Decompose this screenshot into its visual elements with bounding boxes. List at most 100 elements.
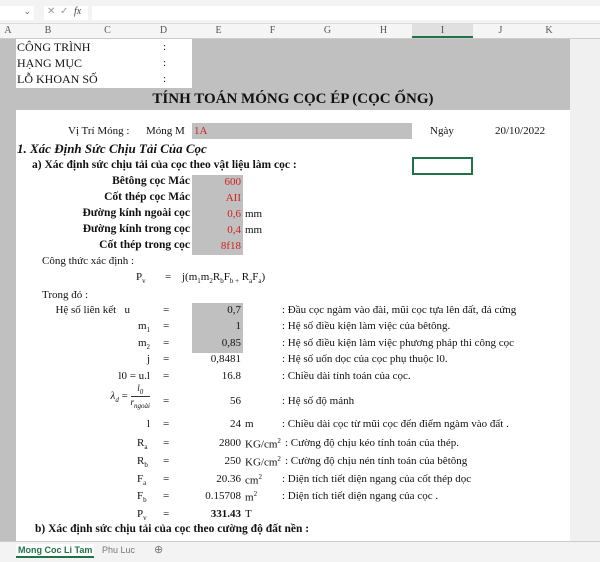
section-1-heading: 1. Xác Định Sức Chịu Tải Của Cọc <box>17 141 207 156</box>
page-title: TÍNH TOÁN MÓNG CỌC ÉP (CỌC ỐNG) <box>16 88 570 110</box>
input-value[interactable]: 0,4 <box>192 224 241 236</box>
input-value[interactable]: 0,6 <box>192 208 241 220</box>
col-header-selected[interactable]: I <box>412 24 473 38</box>
param-value: 331.43 <box>210 508 241 520</box>
param-value: 16.8 <box>221 370 241 382</box>
param-unit: KG/cm2 <box>245 455 281 469</box>
param-unit: T <box>245 508 252 520</box>
param-symbol: Pv <box>137 508 147 523</box>
param-symbol: Rb <box>137 455 148 470</box>
param-unit: KG/cm2 <box>245 437 281 451</box>
param-value: 0,8481 <box>210 353 241 365</box>
input-label: Cốt thép cọc Mác <box>104 191 190 203</box>
col-header[interactable]: K <box>528 25 570 36</box>
param-unit: m <box>245 418 254 430</box>
label-lo-khoan: LỖ KHOAN SỐ <box>17 72 98 86</box>
name-box[interactable]: ⌄ <box>0 6 34 20</box>
col-header[interactable]: G <box>300 25 355 36</box>
col-header[interactable]: C <box>80 25 135 36</box>
col-header[interactable]: B <box>16 25 80 36</box>
vi-tri-label: Vị Trí Móng : <box>68 125 130 137</box>
col-header[interactable]: A <box>0 25 16 36</box>
param-symbol: Fb <box>137 490 147 505</box>
add-sheet-icon[interactable]: ⊕ <box>152 542 165 557</box>
param-symbol: l0 = u.l <box>118 370 150 382</box>
formula-eq: = <box>165 271 172 283</box>
param-value[interactable]: 0,7 <box>150 304 241 316</box>
label-cong-trinh: CÔNG TRÌNH <box>17 40 91 54</box>
colon: : <box>163 57 167 69</box>
colon: : <box>163 41 167 53</box>
param-value: 0.15708 <box>205 490 241 502</box>
param-value: 250 <box>224 455 242 467</box>
chevron-down-icon: ⌄ <box>23 6 31 16</box>
param-description: : Hệ số uốn dọc của cọc phụ thuộc l0. <box>282 353 448 365</box>
param-value: 56 <box>230 395 241 407</box>
formula-rhs: j(m1m2RbFb + RaFa) <box>182 271 266 286</box>
param-value: 2800 <box>219 437 241 449</box>
date-value: 20/10/2022 <box>495 125 546 137</box>
param-symbol: Hệ số liên kết u <box>55 304 130 316</box>
section-a-heading: a) Xác định sức chịu tải của cọc theo vậ… <box>32 159 297 171</box>
param-symbol: Ra <box>137 437 148 452</box>
margin <box>0 39 16 541</box>
param-value: 24 <box>230 418 241 430</box>
input-label: Đường kính trong cọc <box>82 223 190 235</box>
function-icon[interactable]: fx <box>74 6 81 17</box>
input-value[interactable]: 600 <box>192 176 242 188</box>
vi-tri-prefix: Móng M <box>146 125 185 137</box>
trong-do-label: Trong đó : <box>42 289 89 301</box>
input-label: Cốt thép trong cọc <box>99 239 190 251</box>
input-value[interactable]: 8f18 <box>192 240 241 252</box>
param-symbol: l <box>146 418 150 430</box>
section-b-heading: b) Xác định sức chịu tải của cọc theo cư… <box>35 523 310 535</box>
param-description: : Hệ số điều kiện làm việc phương pháp t… <box>282 337 515 349</box>
param-symbol: Fa <box>137 473 147 488</box>
vi-tri-input[interactable]: 1A <box>192 123 412 139</box>
sheet-tabs: Mong Coc Li Tam Phu Luc ⊕ <box>0 541 600 562</box>
margin <box>570 39 600 541</box>
param-symbol: m1 <box>137 320 150 335</box>
col-header[interactable]: F <box>245 25 300 36</box>
param-description: : Cường độ chịu nén tính toán của bêtông <box>285 455 468 467</box>
cong-thuc-label: Công thức xác định : <box>42 255 135 267</box>
input-unit: mm <box>245 208 263 220</box>
param-unit: m2 <box>245 490 258 504</box>
param-value: 20.36 <box>216 473 241 485</box>
input-unit: mm <box>245 224 263 236</box>
column-headers: A B C D E F G H I J K <box>0 24 600 39</box>
param-description: : Hệ số độ mảnh <box>282 395 355 407</box>
formula-buttons: ✕ ✓ fx <box>44 6 88 20</box>
param-symbol: m2 <box>137 337 150 352</box>
param-value[interactable]: 1 <box>150 320 242 332</box>
col-header[interactable]: D <box>135 25 192 36</box>
param-description: : Chiều dài cọc từ mũi cọc đến điểm ngàm… <box>282 418 509 430</box>
input-label: Bêtông cọc Mác <box>112 175 190 187</box>
input-value[interactable]: AII <box>192 192 241 204</box>
tab-mong-coc-li-tam[interactable]: Mong Coc Li Tam <box>16 544 95 558</box>
header-shade <box>192 39 570 88</box>
col-header[interactable]: H <box>355 25 412 36</box>
param-description: : Diện tích tiết diện ngang của cốt thép… <box>282 473 472 485</box>
confirm-icon[interactable]: ✓ <box>60 6 68 17</box>
param-description: : Cường độ chịu kéo tính toán của thép. <box>285 437 459 449</box>
selected-cell[interactable] <box>412 157 473 175</box>
colon: : <box>163 73 167 85</box>
col-header[interactable]: E <box>192 25 245 36</box>
param-description: : Đầu cọc ngàm vào đài, mũi cọc tựa lên … <box>282 304 517 316</box>
formula-lhs: Pv <box>136 271 146 286</box>
param-description: : Diện tích tiết diện ngang của cọc . <box>282 490 439 502</box>
formula-bar: ⌄ ✕ ✓ fx <box>0 0 600 24</box>
tab-phu-luc[interactable]: Phu Luc <box>100 544 137 556</box>
formula-input[interactable] <box>92 6 600 20</box>
date-label: Ngày <box>430 125 454 137</box>
label-hang-muc: HẠNG MỤC <box>17 56 83 70</box>
param-description: : Hệ số điều kiện làm việc của bêtông. <box>282 320 451 332</box>
param-symbol: j <box>146 353 150 365</box>
param-description: : Chiều dài tính toán của cọc. <box>282 370 411 382</box>
col-header[interactable]: J <box>473 25 528 36</box>
param-unit: cm2 <box>245 473 262 487</box>
param-value[interactable]: 0,85 <box>150 337 241 349</box>
cancel-icon[interactable]: ✕ <box>47 6 55 17</box>
param-symbol: λd = l0 rngoài <box>110 383 150 410</box>
